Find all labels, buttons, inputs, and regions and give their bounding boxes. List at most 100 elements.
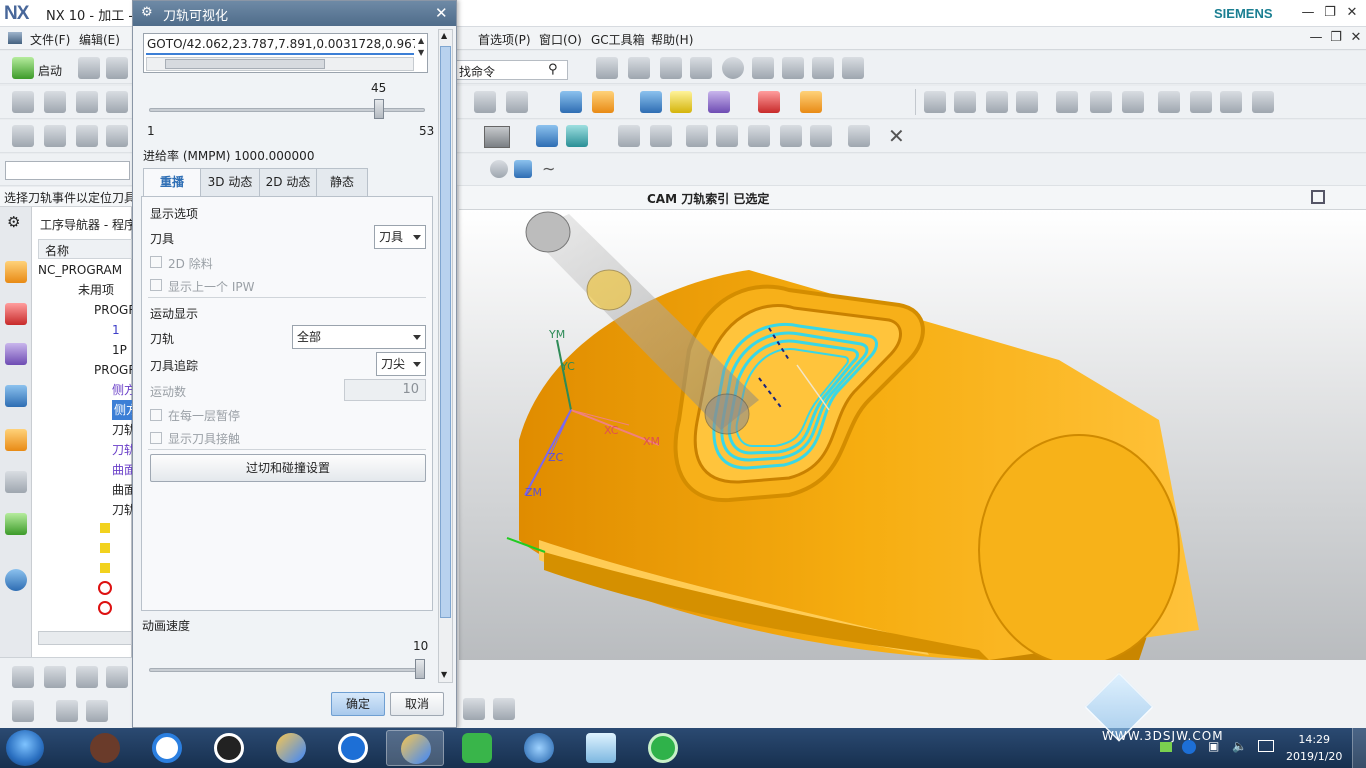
layers-icon[interactable] (842, 57, 864, 79)
type-filter-select[interactable] (5, 161, 130, 180)
history-icon[interactable] (5, 513, 27, 535)
holder-icon[interactable] (56, 700, 78, 722)
motion-count-input[interactable]: 10 (344, 379, 426, 401)
shop-floor-icon[interactable] (618, 125, 640, 147)
curve-icon[interactable] (752, 57, 774, 79)
simulate-icon[interactable] (670, 91, 692, 113)
list-icon[interactable] (812, 57, 834, 79)
taskbar-app-qq[interactable] (200, 730, 258, 766)
create-method-icon[interactable] (106, 91, 128, 113)
coordinate-icon[interactable] (592, 91, 614, 113)
nav-row-op-1p[interactable]: 1P (112, 340, 127, 360)
show-tool-contact-checkbox[interactable] (150, 432, 162, 444)
add-icon[interactable] (716, 125, 738, 147)
start-button[interactable]: 启动 (38, 62, 62, 79)
machine-icon[interactable] (708, 91, 730, 113)
nav-row-nc-program[interactable]: NC_PROGRAM (38, 260, 122, 280)
display-style-icon[interactable] (484, 126, 510, 148)
goto-line[interactable]: GOTO/42.062,23.787,7.891,0.0031728,0.967… (147, 37, 415, 51)
tab-replay[interactable]: 重播 (143, 168, 201, 196)
taskbar-app-s[interactable] (510, 730, 568, 766)
view-orient-icon[interactable] (536, 125, 558, 147)
center-point-icon[interactable] (722, 57, 744, 79)
toolpath-select[interactable]: 全部 (292, 325, 426, 349)
scroll-up-icon[interactable]: ▲ (418, 36, 424, 45)
menu-edit[interactable]: 编辑(E) (79, 31, 120, 48)
paste-icon[interactable] (106, 125, 128, 147)
nav-row-program[interactable]: PROGR (94, 300, 137, 320)
navigator-hscrollbar[interactable] (38, 631, 132, 645)
taskbar-app-k[interactable] (324, 730, 382, 766)
restore-icon[interactable]: ❐ (1320, 4, 1340, 22)
minimize-icon[interactable]: — (1298, 4, 1318, 22)
goto-scroll-thumb[interactable] (165, 59, 325, 69)
taskbar-app-photo[interactable] (76, 730, 134, 766)
reuse-library-icon[interactable] (5, 471, 27, 493)
viewport-canvas[interactable] (459, 210, 1366, 666)
show-desktop-button[interactable] (1352, 728, 1366, 768)
ruler-icon[interactable] (800, 91, 822, 113)
goto-hscrollbar[interactable] (146, 57, 414, 71)
assembly-icon[interactable] (986, 91, 1008, 113)
fit-view-icon[interactable] (1311, 190, 1325, 204)
column-header-name[interactable]: 名称 (38, 239, 132, 259)
dialog-gear-icon[interactable]: ⚙ (141, 5, 153, 20)
machine-nav-icon[interactable] (5, 429, 27, 451)
taskbar-app-green[interactable] (634, 730, 692, 766)
pan-icon[interactable] (780, 125, 802, 147)
nav-row-unused[interactable]: 未用项 (78, 280, 114, 300)
section-icon[interactable] (848, 125, 870, 147)
point-icon[interactable] (660, 57, 682, 79)
scroll-down-icon[interactable]: ▼ (441, 670, 447, 679)
menu-help[interactable]: 帮助(H) (651, 31, 693, 48)
tab-3d-dynamic[interactable]: 3D 动态 (200, 168, 260, 196)
menu-gc-toolbox[interactable]: GC工具箱 (591, 31, 645, 48)
geometry-view-icon[interactable] (76, 666, 98, 688)
part-nav-icon[interactable] (5, 343, 27, 365)
zoom-icon[interactable] (748, 125, 770, 147)
snap-icon[interactable] (628, 57, 650, 79)
taskbar-app-iqiyi[interactable] (448, 730, 506, 766)
program-order-icon[interactable] (44, 666, 66, 688)
open-file-icon[interactable] (106, 57, 128, 79)
constraint-nav-icon[interactable] (5, 303, 27, 325)
k-tray-icon[interactable] (1182, 740, 1196, 754)
report-icon[interactable] (1122, 91, 1144, 113)
operation-nav-icon[interactable] (5, 385, 27, 407)
assembly-nav-icon[interactable] (5, 261, 27, 283)
flag-icon[interactable] (1056, 91, 1078, 113)
cube-icon[interactable] (514, 160, 532, 178)
taskbar-app-nx[interactable] (262, 730, 320, 766)
select-filter-icon[interactable] (596, 57, 618, 79)
sheet-icon[interactable] (86, 700, 108, 722)
menu-file[interactable]: 文件(F) (30, 31, 70, 48)
tool-path-icon[interactable] (686, 125, 708, 147)
scroll-up-icon[interactable]: ▲ (441, 31, 447, 40)
settings-icon[interactable]: ⚙ (7, 213, 20, 231)
postprocess-icon[interactable] (560, 91, 582, 113)
monitor-tray-icon[interactable]: ▣ (1208, 739, 1219, 753)
close-icon[interactable]: ✕ (1342, 4, 1362, 22)
doc-restore-icon[interactable]: ❐ (1326, 29, 1346, 47)
cut-icon[interactable] (44, 125, 66, 147)
snap-point-icon[interactable] (463, 698, 485, 720)
create-program-icon[interactable] (12, 91, 34, 113)
check-icon[interactable] (924, 91, 946, 113)
export-icon[interactable] (1252, 91, 1274, 113)
tool-icon[interactable] (12, 700, 34, 722)
doc-minimize-icon[interactable]: — (1306, 29, 1326, 47)
start-icon[interactable] (12, 57, 34, 79)
volume-icon[interactable]: 🔈 (1232, 739, 1247, 753)
cancel-button[interactable]: 取消 (390, 692, 444, 716)
generate-icon[interactable] (506, 91, 528, 113)
info-icon[interactable] (5, 569, 27, 591)
method-view-icon[interactable] (106, 666, 128, 688)
tool-select[interactable]: 刀具 (374, 225, 426, 249)
nav-row-op-1[interactable]: 1 (112, 320, 120, 340)
sphere-icon[interactable] (490, 160, 508, 178)
goto-listing[interactable]: GOTO/42.062,23.787,7.891,0.0031728,0.967… (143, 33, 428, 73)
view-fit-icon[interactable] (566, 125, 588, 147)
start-orb-icon[interactable] (6, 730, 44, 766)
tree-icon[interactable] (1158, 91, 1180, 113)
create-geometry-icon[interactable] (76, 91, 98, 113)
